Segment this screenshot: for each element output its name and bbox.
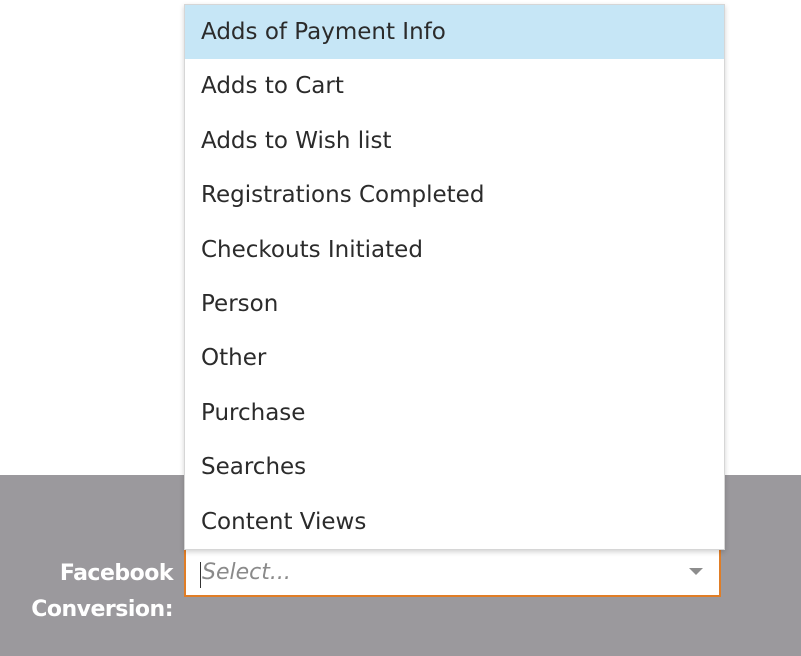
dropdown-option-checkouts-initiated[interactable]: Checkouts Initiated — [185, 223, 724, 277]
dropdown-option-content-views[interactable]: Content Views — [185, 495, 724, 549]
facebook-conversion-select[interactable] — [184, 548, 721, 597]
dropdown-option-other[interactable]: Other — [185, 331, 724, 385]
chevron-down-icon[interactable] — [689, 568, 703, 575]
label-line-2: Conversion: — [31, 597, 173, 622]
label-line-1: Facebook — [59, 561, 174, 586]
dropdown-option-adds-to-wish-list[interactable]: Adds to Wish list — [185, 114, 724, 168]
dropdown-option-purchase[interactable]: Purchase — [185, 386, 724, 440]
dropdown-option-registrations-completed[interactable]: Registrations Completed — [185, 168, 724, 222]
facebook-conversion-label: Facebook Conversion: — [0, 556, 173, 628]
dropdown-option-searches[interactable]: Searches — [185, 440, 724, 494]
select-search-input[interactable] — [202, 550, 682, 595]
dropdown-menu: Adds of Payment Info Adds to Cart Adds t… — [184, 4, 725, 550]
dropdown-option-person[interactable]: Person — [185, 277, 724, 331]
dropdown-option-adds-of-payment-info[interactable]: Adds of Payment Info — [185, 5, 724, 60]
dropdown-option-adds-to-cart[interactable]: Adds to Cart — [185, 59, 724, 113]
text-caret — [200, 562, 201, 588]
